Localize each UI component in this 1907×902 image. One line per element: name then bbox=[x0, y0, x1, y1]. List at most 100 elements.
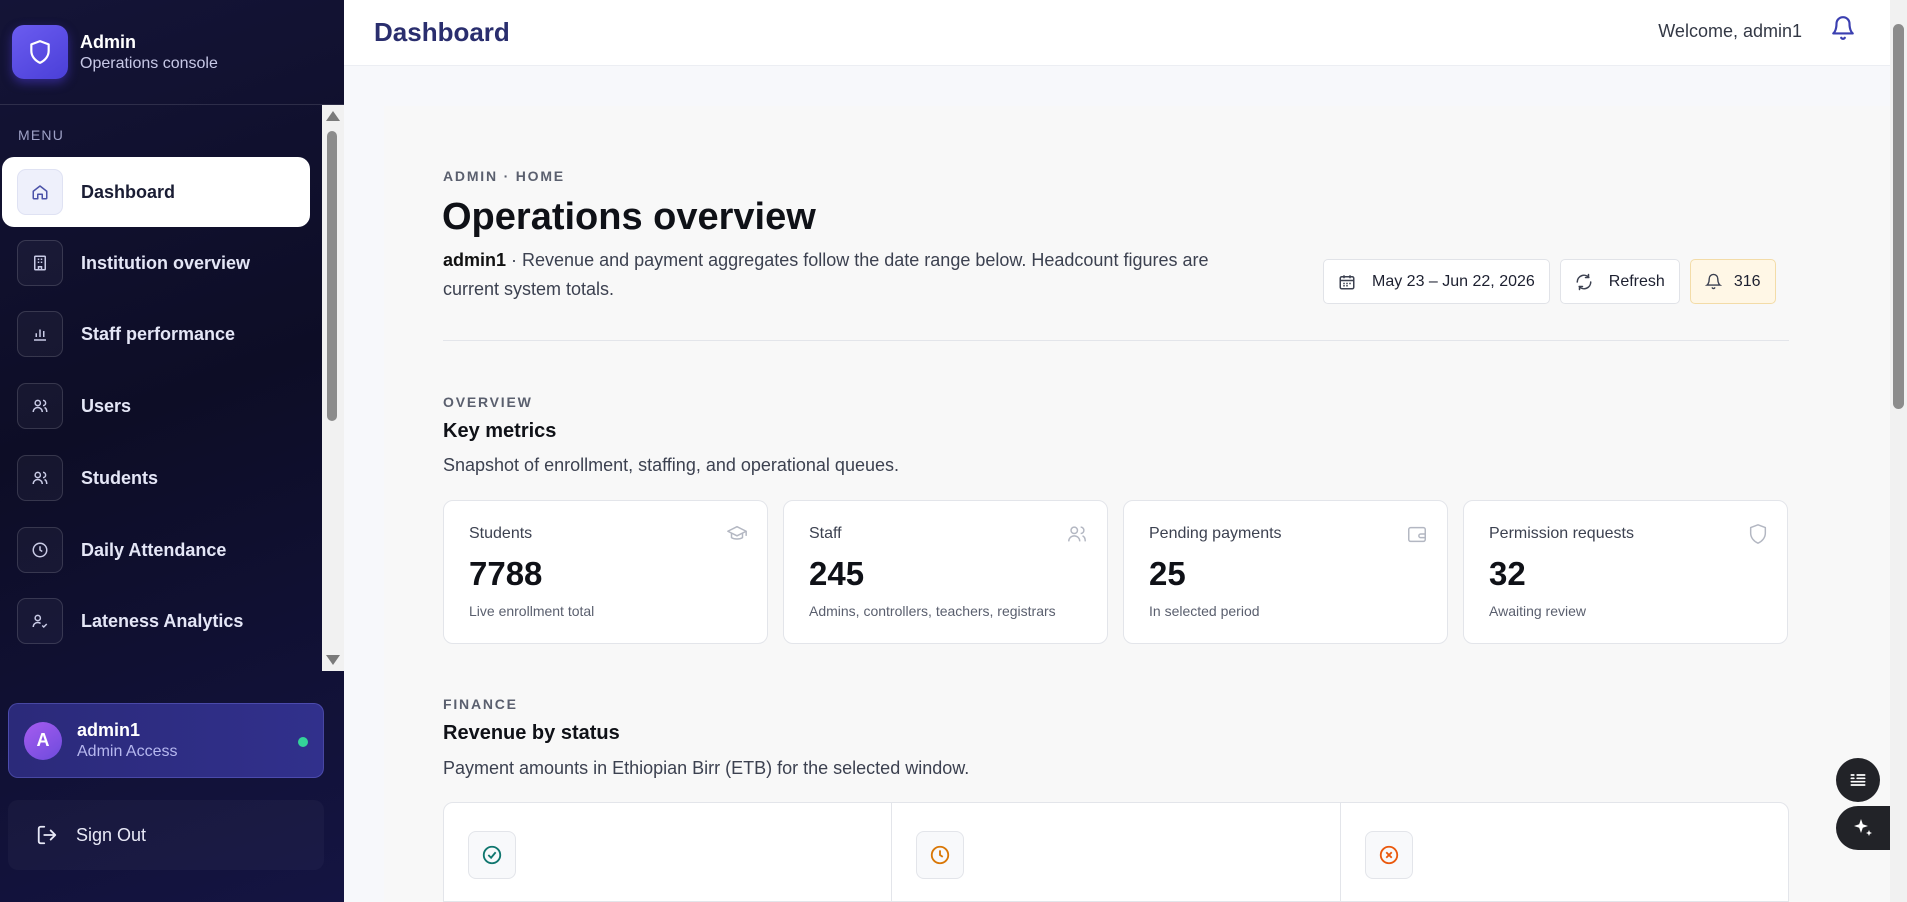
metric-note: Live enrollment total bbox=[469, 603, 595, 619]
finance-eyebrow: FINANCE bbox=[443, 696, 518, 712]
shield-icon bbox=[1747, 523, 1769, 550]
sign-out-label: Sign Out bbox=[76, 824, 147, 845]
user-card[interactable]: A admin1 Admin Access bbox=[8, 703, 324, 778]
users-icon bbox=[17, 383, 63, 429]
quick-actions-button[interactable] bbox=[1836, 758, 1880, 802]
main-content: ADMIN · HOME Operations overview admin1 … bbox=[384, 106, 1890, 902]
sidebar-menu: MENU Dashboard Institution overview Staf… bbox=[0, 105, 322, 671]
metric-label: Permission requests bbox=[1489, 525, 1634, 542]
metric-label: Pending payments bbox=[1149, 525, 1282, 542]
date-range-button[interactable]: May 23 – Jun 22, 2026 bbox=[1323, 259, 1550, 304]
refresh-label: Refresh bbox=[1608, 272, 1665, 290]
check-circle-icon bbox=[468, 831, 516, 879]
sign-out-button[interactable]: Sign Out bbox=[8, 800, 324, 870]
graduation-cap-icon bbox=[725, 523, 749, 550]
revenue-paid-column bbox=[444, 803, 893, 901]
scroll-up-arrow-icon[interactable] bbox=[326, 111, 340, 121]
online-status-dot bbox=[298, 737, 308, 747]
brand-subtitle: Operations console bbox=[80, 54, 218, 72]
sidebar-item-label: Staff performance bbox=[81, 323, 236, 344]
sidebar-scrollbar[interactable] bbox=[322, 105, 344, 671]
top-bar: Dashboard Welcome, admin1 bbox=[344, 0, 1890, 66]
sign-out-icon bbox=[37, 825, 57, 845]
home-icon bbox=[17, 169, 63, 215]
sparkles-icon bbox=[1854, 819, 1872, 836]
breadcrumb: ADMIN · HOME bbox=[443, 168, 565, 184]
shield-logo-icon bbox=[12, 25, 68, 79]
metrics-row: Students 7788 Live enrollment total Staf… bbox=[443, 500, 1788, 644]
brand: Admin Operations console bbox=[0, 0, 344, 105]
description-user: admin1 bbox=[443, 250, 507, 270]
sidebar-item-institution-overview[interactable]: Institution overview bbox=[2, 228, 310, 298]
bell-icon bbox=[1704, 273, 1722, 290]
menu-label: MENU bbox=[18, 127, 65, 143]
scroll-down-arrow-icon[interactable] bbox=[326, 655, 340, 665]
sidebar-item-students[interactable]: Students bbox=[2, 443, 310, 513]
sidebar-item-label: Students bbox=[81, 467, 159, 488]
revenue-subtitle: Payment amounts in Ethiopian Birr (ETB) … bbox=[443, 758, 970, 778]
user-role: Admin Access bbox=[77, 743, 178, 760]
sidebar: Admin Operations console MENU Dashboard … bbox=[0, 0, 344, 902]
sidebar-item-dashboard[interactable]: Dashboard bbox=[2, 157, 310, 227]
scroll-thumb[interactable] bbox=[327, 131, 337, 421]
metric-card-permission-requests[interactable]: Permission requests 32 Awaiting review bbox=[1463, 500, 1788, 644]
user-check-icon bbox=[17, 598, 63, 644]
metric-value: 25 bbox=[1149, 555, 1186, 592]
metric-card-staff[interactable]: Staff 245 Admins, controllers, teachers,… bbox=[783, 500, 1108, 644]
metric-note: Awaiting review bbox=[1489, 603, 1587, 619]
users-icon bbox=[17, 455, 63, 501]
date-range-label: May 23 – Jun 22, 2026 bbox=[1372, 272, 1535, 290]
metric-label: Students bbox=[469, 525, 533, 542]
sidebar-item-label: Daily Attendance bbox=[81, 539, 227, 560]
clock-icon bbox=[17, 527, 63, 573]
revenue-status-panel bbox=[443, 802, 1789, 902]
bar-chart-icon bbox=[17, 311, 63, 357]
revenue-failed-column bbox=[1341, 803, 1788, 901]
notification-count: 316 bbox=[1733, 272, 1761, 290]
overview-description: admin1 · Revenue and payment aggregates … bbox=[443, 246, 1253, 304]
page-scrollbar[interactable] bbox=[1890, 0, 1907, 902]
wallet-icon bbox=[1405, 523, 1429, 550]
metric-card-pending-payments[interactable]: Pending payments 25 In selected period bbox=[1123, 500, 1448, 644]
metric-note: In selected period bbox=[1149, 603, 1260, 619]
sidebar-item-lateness-analytics[interactable]: Lateness Analytics bbox=[2, 586, 310, 656]
page-title: Dashboard bbox=[374, 17, 510, 47]
building-icon bbox=[17, 240, 63, 286]
metric-note: Admins, controllers, teachers, registrar… bbox=[809, 603, 1056, 619]
sidebar-item-label: Institution overview bbox=[81, 252, 251, 273]
page-scroll-thumb[interactable] bbox=[1893, 24, 1904, 409]
refresh-icon bbox=[1576, 273, 1592, 290]
users-icon bbox=[1065, 523, 1089, 550]
revenue-pending-column bbox=[892, 803, 1341, 901]
key-metrics-subtitle: Snapshot of enrollment, staffing, and op… bbox=[443, 455, 899, 475]
revenue-title: Revenue by status bbox=[443, 722, 620, 744]
brand-title: Admin bbox=[80, 31, 136, 52]
ai-assistant-button[interactable] bbox=[1836, 806, 1890, 850]
overview-eyebrow: OVERVIEW bbox=[443, 394, 533, 410]
sidebar-item-users[interactable]: Users bbox=[2, 371, 310, 441]
notification-bell-icon[interactable] bbox=[1830, 14, 1856, 47]
metric-value: 32 bbox=[1489, 555, 1526, 592]
key-metrics-title: Key metrics bbox=[443, 420, 557, 442]
sidebar-item-label: Dashboard bbox=[81, 181, 176, 202]
section-divider bbox=[443, 340, 1789, 341]
refresh-button[interactable]: Refresh bbox=[1559, 259, 1680, 304]
overview-title: Operations overview bbox=[442, 196, 816, 238]
sidebar-item-staff-performance[interactable]: Staff performance bbox=[2, 299, 310, 369]
sidebar-item-label: Users bbox=[81, 395, 132, 416]
description-text: · Revenue and payment aggregates follow … bbox=[443, 250, 1209, 299]
avatar: A bbox=[24, 721, 62, 760]
metric-value: 245 bbox=[809, 555, 865, 592]
user-name: admin1 bbox=[77, 720, 141, 740]
header-actions: May 23 – Jun 22, 2026 Refresh 316 bbox=[1323, 259, 1776, 304]
sidebar-item-daily-attendance[interactable]: Daily Attendance bbox=[2, 515, 310, 585]
list-quote-icon bbox=[1850, 774, 1866, 786]
x-circle-icon bbox=[1364, 831, 1413, 879]
sidebar-item-label: Lateness Analytics bbox=[81, 610, 244, 631]
metric-card-students[interactable]: Students 7788 Live enrollment total bbox=[443, 500, 768, 644]
clock-icon bbox=[916, 831, 965, 879]
metric-label: Staff bbox=[809, 525, 842, 542]
metric-value: 7788 bbox=[469, 555, 543, 592]
calendar-icon bbox=[1339, 274, 1355, 289]
notifications-button[interactable]: 316 bbox=[1689, 259, 1776, 304]
